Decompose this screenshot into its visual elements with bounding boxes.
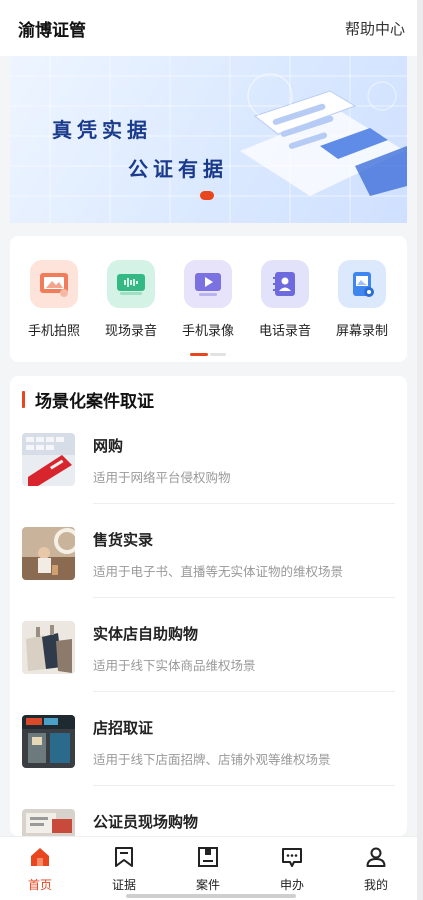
tab-label: 申办: [279, 878, 304, 892]
quick-action-video[interactable]: 手机录像: [173, 260, 243, 339]
pager-active-indicator: [190, 353, 208, 356]
case-title: 网购: [93, 437, 124, 455]
banner-headline-1: 真凭实据: [52, 118, 152, 142]
user-icon: [366, 847, 386, 867]
bottom-tab-bar: 首页 证据 案件 申办 我的: [0, 836, 423, 900]
home-indicator: [126, 894, 296, 898]
tab-home[interactable]: 首页: [10, 845, 70, 893]
case-item-notary-shopping[interactable]: 公证员现场购物: [10, 809, 407, 836]
tab-label: 我的: [363, 878, 388, 892]
divider: [93, 597, 395, 598]
section-title: 场景化案件取证: [22, 389, 154, 412]
divider: [93, 503, 395, 504]
quick-action-screen-record[interactable]: 屏幕录制: [327, 260, 397, 339]
case-description: 适用于网络平台侵权购物: [93, 470, 231, 485]
case-title: 售货实录: [93, 531, 154, 549]
quick-action-label: 屏幕录制: [335, 324, 388, 339]
quick-action-label: 手机拍照: [27, 324, 80, 339]
tab-apply[interactable]: 申办: [262, 845, 322, 893]
case-title: 公证员现场购物: [93, 813, 199, 831]
tab-label: 证据: [111, 878, 136, 892]
help-center-link[interactable]: 帮助中心: [345, 18, 405, 39]
hero-banner[interactable]: 真凭实据 公证有据: [10, 56, 407, 223]
quick-action-photo[interactable]: 手机拍照: [19, 260, 89, 339]
audio-recorder-icon: [107, 260, 155, 308]
tab-mine[interactable]: 我的: [346, 845, 406, 893]
quick-action-phone-record[interactable]: 电话录音: [250, 260, 320, 339]
case-description: 适用于电子书、直播等无实体证物的维权场景: [93, 564, 344, 579]
case-thumbnail: [22, 621, 75, 674]
quick-actions-pager: [190, 353, 226, 356]
case-description: 适用于线下实体商品维权场景: [93, 658, 256, 673]
case-thumbnail: [22, 715, 75, 768]
tab-cases[interactable]: 案件: [178, 845, 238, 893]
quick-action-label: 现场录音: [104, 324, 157, 339]
section-title-accent: [22, 390, 25, 408]
tab-label: 案件: [195, 878, 220, 892]
case-item-storefront-sign[interactable]: 店招取证 适用于线下店面招牌、店铺外观等维权场景: [10, 715, 407, 809]
case-description: 适用于线下店面招牌、店铺外观等维权场景: [93, 752, 331, 767]
page-scrollbar[interactable]: [417, 0, 423, 900]
quick-action-audio[interactable]: 现场录音: [96, 260, 166, 339]
video-icon: [184, 260, 232, 308]
photo-icon: [30, 260, 78, 308]
case-thumbnail: [22, 527, 75, 580]
case-title: 店招取证: [93, 719, 154, 737]
banner-headline-2: 公证有据: [128, 157, 228, 181]
case-title: 实体店自助购物: [93, 625, 199, 643]
quick-action-label: 电话录音: [258, 324, 311, 339]
banner-pager-dot: [200, 191, 214, 200]
home-icon: [31, 848, 49, 866]
case-thumbnail: [22, 433, 75, 486]
case-thumbnail: [22, 809, 75, 836]
case-item-online-shopping[interactable]: 网购 适用于网络平台侵权购物: [10, 433, 407, 527]
scenario-cases-panel: 场景化案件取证 网购 适用于网络平台侵权购物 售货实录 适用于电子书、直播等无实…: [10, 376, 407, 836]
case-item-store-self-service[interactable]: 实体店自助购物 适用于线下实体商品维权场景: [10, 621, 407, 715]
top-bar: 渝博证管 帮助中心: [0, 0, 423, 56]
app-title: 渝博证管: [18, 20, 86, 41]
case-item-sales-record[interactable]: 售货实录 适用于电子书、直播等无实体证物的维权场景: [10, 527, 407, 621]
tab-label: 首页: [27, 878, 52, 892]
app-screen: 渝博证管 帮助中心 真凭实据 公证有据 手机拍照 现场录音 手机录像 电话录音 …: [0, 0, 423, 900]
quick-actions-panel: 手机拍照 现场录音 手机录像 电话录音 屏幕录制: [10, 236, 407, 362]
section-title-text: 场景化案件取证: [35, 391, 154, 412]
folder-icon: [198, 847, 218, 867]
divider: [93, 691, 395, 692]
message-icon: [282, 848, 302, 867]
pager-inactive-indicator: [210, 353, 226, 356]
divider: [93, 785, 395, 786]
quick-action-label: 手机录像: [181, 324, 234, 339]
bookmark-icon: [115, 847, 133, 867]
tab-evidence[interactable]: 证据: [94, 845, 154, 893]
contact-book-icon: [261, 260, 309, 308]
screen-record-icon: [338, 260, 386, 308]
